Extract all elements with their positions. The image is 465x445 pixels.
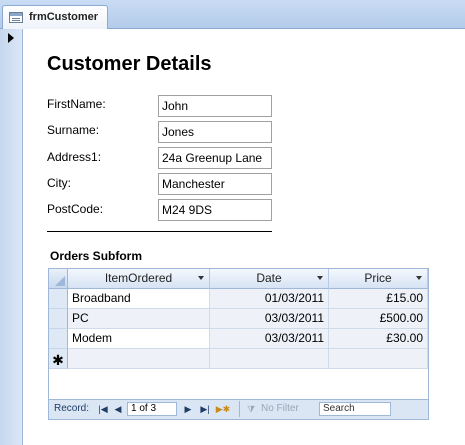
current-record-field[interactable]: 1 of 3 (127, 402, 177, 416)
new-row-cell-date[interactable] (210, 349, 329, 369)
first-record-icon[interactable]: |◀ (96, 402, 110, 416)
form-icon (9, 12, 23, 23)
cell-item[interactable]: PC (68, 309, 210, 329)
cell-price[interactable]: £30.00 (329, 329, 428, 349)
cell-price[interactable]: £15.00 (329, 289, 428, 309)
record-navigation-bar: Record: |◀ ◀ 1 of 3 ▶ ▶| ▶✱ ⧩ No Filter … (49, 399, 428, 419)
column-header-itemordered[interactable]: ItemOrdered (68, 269, 210, 289)
tab-label: frmCustomer (29, 11, 99, 23)
dropdown-arrow-icon[interactable] (416, 276, 422, 280)
previous-record-icon[interactable]: ◀ (112, 402, 124, 416)
column-header-label: Price (364, 271, 392, 285)
row-selector[interactable] (49, 329, 68, 349)
search-input[interactable]: Search (319, 402, 391, 416)
new-record-nav-icon[interactable]: ▶✱ (214, 402, 232, 416)
last-record-icon[interactable]: ▶| (198, 402, 212, 416)
column-header-label: ItemOrdered (104, 271, 173, 285)
firstname-field[interactable]: John (158, 95, 272, 117)
document-tab-strip: frmCustomer (0, 0, 465, 29)
address1-field[interactable]: 24a Greenup Lane (158, 147, 272, 169)
surname-field[interactable]: Jones (158, 121, 272, 143)
row-selector[interactable] (49, 289, 68, 309)
cell-date[interactable]: 01/03/2011 (210, 289, 329, 309)
nav-separator (239, 401, 240, 417)
cell-item[interactable]: Broadband (68, 289, 210, 309)
postcode-field[interactable]: M24 9DS (158, 199, 272, 221)
form-title: Customer Details (47, 53, 212, 75)
divider-line (47, 231, 272, 232)
record-selector[interactable] (0, 29, 23, 445)
postcode-label: PostCode: (47, 202, 104, 216)
tab-frmcustomer[interactable]: frmCustomer (2, 5, 108, 29)
address1-label: Address1: (47, 150, 102, 164)
current-record-arrow-icon (8, 33, 14, 43)
cell-price[interactable]: £500.00 (329, 309, 428, 329)
city-field[interactable]: Manchester (158, 173, 272, 195)
next-record-icon[interactable]: ▶ (182, 402, 194, 416)
new-row-cell-price[interactable] (329, 349, 428, 369)
surname-label: Surname: (47, 123, 100, 137)
dropdown-arrow-icon[interactable] (198, 276, 204, 280)
select-all-corner[interactable] (49, 269, 68, 289)
new-row-cell-item[interactable] (68, 349, 210, 369)
city-label: City: (47, 176, 71, 190)
filter-icon[interactable]: ⧩ (244, 402, 258, 416)
dropdown-arrow-icon[interactable] (317, 276, 323, 280)
firstname-label: FirstName: (47, 97, 106, 111)
column-header-price[interactable]: Price (329, 269, 428, 289)
cell-date[interactable]: 03/03/2011 (210, 309, 329, 329)
orders-datasheet[interactable]: ItemOrdered Date Price Broadband 01/03/2… (48, 268, 429, 420)
cell-item[interactable]: Modem (68, 329, 210, 349)
column-header-label: Date (256, 271, 282, 285)
row-selector[interactable] (49, 309, 68, 329)
column-header-date[interactable]: Date (210, 269, 329, 289)
record-label: Record: (54, 403, 90, 414)
no-filter-label[interactable]: No Filter (261, 403, 299, 414)
orders-subform-label: Orders Subform (50, 249, 143, 263)
cell-date[interactable]: 03/03/2011 (210, 329, 329, 349)
new-record-icon[interactable]: ✱ (49, 349, 68, 369)
